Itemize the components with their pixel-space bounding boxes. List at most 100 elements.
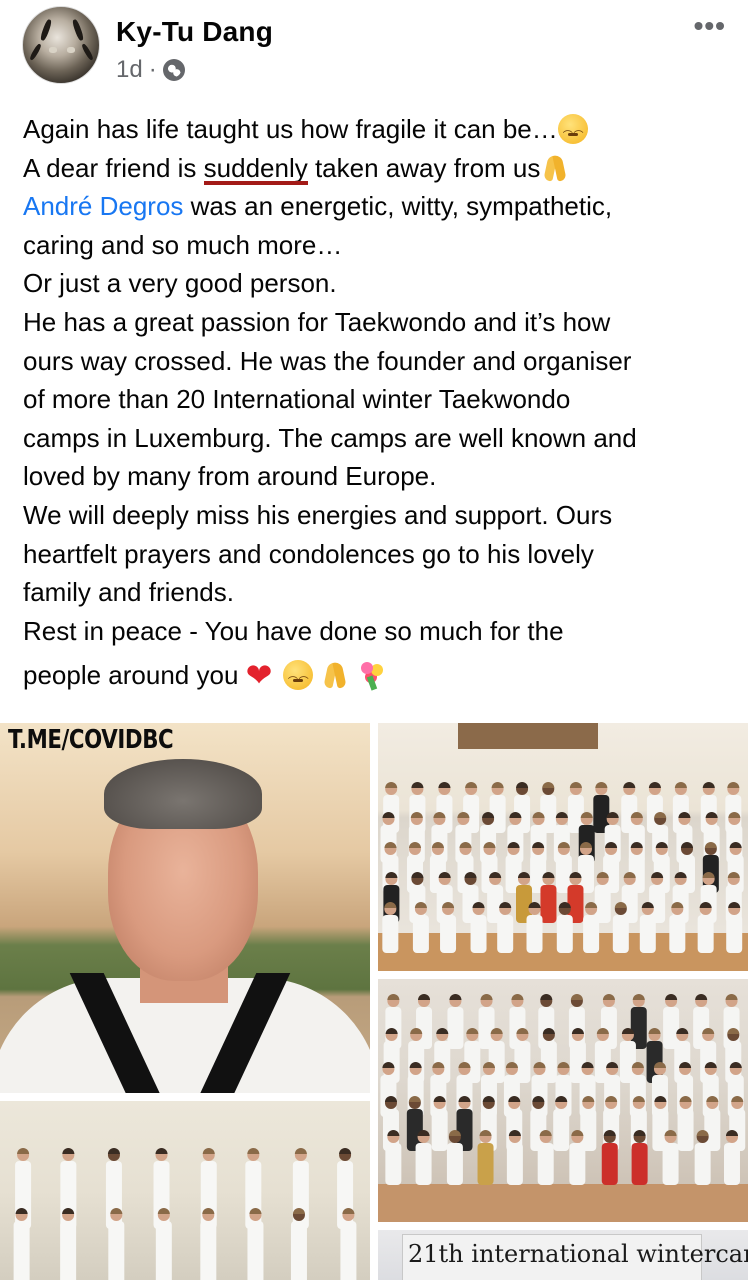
mention-link[interactable]: André Degros [23,191,183,221]
person-figure [470,902,487,953]
person-figure [440,902,457,953]
person-figure [488,1028,505,1083]
person-figure [726,902,743,953]
group-photo-2[interactable] [378,979,748,1222]
text-line-9: camps in Luxemburg. The camps are well k… [23,422,637,453]
person-figure [385,1130,402,1185]
person-figure [415,1130,432,1185]
person-figure [382,1096,399,1151]
person-figure [569,1028,586,1083]
portrait-photo[interactable]: T.ME/COVIDBC [0,723,370,1093]
person-figure [669,902,686,953]
text-line-2a: A dear friend is [23,152,204,183]
person-figure [677,1096,694,1151]
text-line-7: ours way crossed. He was the founder and… [23,345,632,376]
author-avatar[interactable] [22,6,100,84]
person-figure [446,1130,463,1185]
person-figure [652,1096,669,1151]
person-figure [497,902,514,953]
person-figure [431,1096,448,1151]
person-figure [593,782,610,833]
person-figure [464,1028,481,1083]
group-photo-1[interactable] [378,723,748,971]
person-figure [694,1130,711,1185]
person-figure [601,1130,618,1185]
person-figure [383,1028,400,1083]
person-figure [480,1096,497,1151]
pensive-face-icon [282,660,313,703]
text-line-1: Again has life taught us how fragile it … [23,114,558,144]
person-figure [385,994,402,1049]
person-figure [555,842,572,893]
post-time[interactable]: 1d [116,56,143,84]
person-figure [556,902,573,953]
person-figure [553,1096,570,1151]
person-figure [630,994,647,1049]
person-figure [477,1130,494,1185]
person-figure [700,1028,717,1083]
person-figure [663,994,680,1049]
banner-photo[interactable]: 21th international wintercamp [378,1230,748,1280]
person-figure [406,1096,423,1151]
text-line-10: loved by many from around Europe. [23,461,437,492]
folded-hands-icon [540,153,570,183]
text-line-5: Or just a very good person. [23,268,337,299]
person-figure [639,902,656,953]
text-line-14: Rest in peace - You have done so much fo… [23,615,564,646]
red-heart-icon [246,656,276,695]
text-line-13: family and friends. [23,577,234,608]
post-header: Ky-Tu Dang 1d · ••• [0,0,748,100]
post-meta: 1d · [116,56,185,84]
person-figure [526,902,543,953]
post-line: A dear friend is suddenly taken away fro… [23,149,728,188]
bouquet-icon [357,660,387,690]
person-figure [412,902,429,953]
post-body: Again has life taught us how fragile it … [23,110,728,703]
folded-hands-icon [320,660,350,690]
meta-separator: · [148,56,157,83]
person-figure [725,1028,742,1083]
text-line-3: was an energetic, witty, sympathetic, [183,191,613,222]
photo-grid: T.ME/COVIDBC 21th international winterca… [0,723,748,1280]
person-figure [416,994,433,1049]
crowd-svg [380,994,746,1185]
person-figure [456,1096,473,1151]
person-figure [704,1096,721,1151]
underlined-word: suddenly [203,152,308,183]
person-figure [583,902,600,953]
crowd-svg [13,1148,357,1280]
person-figure [580,1096,597,1151]
person-figure [674,1028,691,1083]
person-figure [530,1096,547,1151]
more-options-icon[interactable]: ••• [694,10,726,42]
person-figure [540,1028,557,1083]
person-figure [662,1130,679,1185]
person-figure [540,872,557,923]
person-figure [594,872,611,923]
person-figure [697,902,714,953]
person-figure [723,994,740,1049]
post-line: people around you [23,656,728,703]
person-figure [555,1062,572,1117]
hair-shape [104,759,262,829]
text-line-15: people around you [23,660,239,691]
person-figure [478,994,495,1049]
person-figure [447,994,464,1049]
person-figure [612,902,629,953]
globe-icon [162,59,185,81]
person-figure [619,1028,636,1083]
text-line-4: caring and so much more… [23,229,343,260]
author-name[interactable]: Ky-Tu Dang [116,16,273,48]
post-line: Again has life taught us how fragile it … [23,110,728,157]
person-figure [538,994,555,1049]
text-line-12: heartfelt prayers and condolences go to … [23,538,594,569]
text-line-6: He has a great passion for Taekwondo and… [23,306,611,337]
person-figure [380,1062,397,1117]
watermark-text: T.ME/COVIDBC [8,725,174,755]
kids-photo[interactable] [0,1101,370,1280]
banner-text: 21th international wintercamp [408,1240,748,1268]
person-figure [506,1130,523,1185]
person-figure [382,902,399,953]
text-line-8: of more than 20 International winter Tae… [23,384,571,415]
person-figure [537,1130,554,1185]
